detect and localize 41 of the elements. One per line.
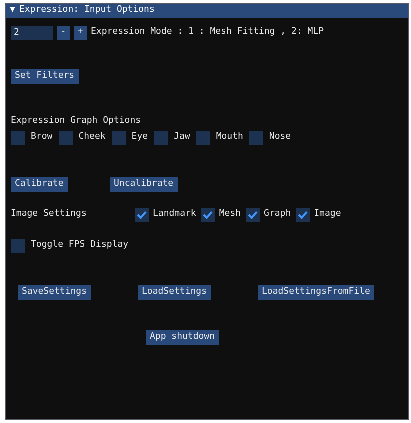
button[interactable]: Calibrate <box>11 176 68 192</box>
checkbox-label: Landmark <box>153 208 196 221</box>
checkmark-icon <box>203 210 214 218</box>
checkbox[interactable] <box>154 130 168 144</box>
checkbox[interactable] <box>135 208 149 222</box>
collapse-arrow[interactable]: ▼ <box>10 4 16 18</box>
checkbox-label: Cheek <box>78 130 106 144</box>
checkbox-label: Jaw <box>174 130 190 144</box>
checkbox[interactable] <box>196 130 210 144</box>
checkbox[interactable] <box>249 130 264 144</box>
checkbox[interactable] <box>296 208 310 222</box>
section-heading: Expression Graph Options <box>11 115 142 128</box>
checkbox-label: Eye <box>132 130 148 144</box>
checkmark-icon <box>298 210 308 218</box>
checkbox[interactable] <box>246 208 260 222</box>
checkbox[interactable] <box>201 208 216 222</box>
checkmark-icon <box>137 210 147 218</box>
checkbox[interactable] <box>11 238 25 252</box>
checkbox-label: Nose <box>269 130 292 144</box>
button[interactable]: Set Filters <box>11 69 79 84</box>
button[interactable]: Uncalibrate <box>110 176 178 192</box>
checkmark-icon <box>248 210 258 218</box>
checkbox-label: Image <box>314 208 342 221</box>
checkbox-label: Mouth <box>216 130 244 144</box>
checkbox-label: Graph <box>264 208 292 221</box>
settings-label: Image Settings <box>11 208 88 221</box>
increment-button[interactable]: + <box>74 26 87 40</box>
button[interactable]: App shutdown <box>146 330 220 344</box>
button[interactable]: LoadSettings <box>138 284 212 300</box>
decrement-button[interactable]: - <box>57 26 70 40</box>
button[interactable]: SaveSettings <box>18 284 92 300</box>
checkbox[interactable] <box>11 130 25 144</box>
button[interactable]: LoadSettingsFromFile <box>258 284 374 300</box>
window-title: Expression: Input Options <box>19 4 155 18</box>
number-field[interactable]: 2 <box>11 26 53 40</box>
field-label: Expression Mode : 1 : Mesh Fitting , 2: MLP <box>91 26 324 40</box>
checkbox-label: Brow <box>31 130 53 144</box>
checkbox-label: Toggle FPS Display <box>31 238 129 252</box>
checkbox[interactable] <box>58 130 73 144</box>
checkbox-label: Mesh <box>219 208 242 221</box>
checkbox[interactable] <box>112 130 126 144</box>
